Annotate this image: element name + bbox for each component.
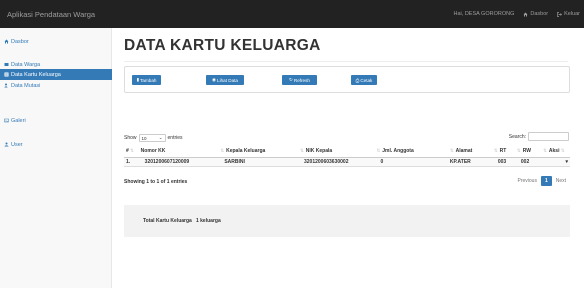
tambah-label: Tambah: [140, 77, 157, 83]
list-icon: [4, 72, 9, 77]
search-input[interactable]: [528, 132, 569, 141]
sort-icon: ⇅: [449, 148, 454, 154]
cell-nomor-kk: 3201200607120009: [138, 157, 219, 167]
nav-dasbor-link[interactable]: Dasbor: [523, 11, 548, 17]
sidebar-item-label: User: [11, 141, 23, 148]
summary-label: Total Kartu Keluarga: [143, 218, 192, 224]
nav-keluar-link[interactable]: Keluar: [557, 11, 580, 17]
toolbar-panel: ▮ Tambah ◉ Lihat Data ↻ Refresh ⎙ Cetak: [124, 66, 570, 93]
card-icon: [4, 63, 9, 66]
refresh-button[interactable]: ↻ Refresh: [282, 75, 317, 85]
tambah-button[interactable]: ▮ Tambah: [132, 75, 161, 85]
cell-kepala-keluarga: SARBINI: [218, 157, 298, 167]
sidebar-item-galeri[interactable]: Galeri: [0, 115, 112, 126]
col-header-nik-kepala[interactable]: ⇅ NIK Kepala: [297, 146, 375, 158]
show-label: Show: [124, 135, 137, 141]
table-info: Showing 1 to 1 of 1 entries: [124, 179, 188, 185]
table-header-row: # ⇅ Nomor KK ⇅ Kepala Keluarga ⇅ NIK Kepal…: [124, 146, 570, 158]
top-nav-right: Hai, DESA GORORONG Dasbor Keluar: [454, 0, 580, 28]
sidebar-item-label: Dasbor: [11, 38, 29, 45]
title-divider: [124, 61, 568, 62]
sidebar-item-data-mutasi[interactable]: Data Mutasi: [0, 80, 112, 91]
sort-icon: ⇅: [220, 148, 225, 154]
top-navbar: Aplikasi Pendataan Warga Hai, DESA GOROR…: [0, 0, 584, 28]
plus-file-icon: ▮: [136, 77, 140, 82]
summary-panel: Total Kartu Keluarga 1 keluarga: [124, 205, 570, 237]
sort-icon: ⇅: [543, 148, 547, 154]
col-header-rt[interactable]: ⇅ RT: [491, 146, 515, 158]
sidebar-item-data-kartu-keluarga[interactable]: Data Kartu Keluarga: [0, 69, 112, 80]
nav-keluar-label: Keluar: [564, 11, 580, 17]
main-content: DATA KARTU KELUARGA ▮ Tambah ◉ Lihat Dat…: [112, 28, 584, 288]
user-icon: [4, 142, 9, 147]
aksi-dropdown-caret-icon[interactable]: ▾: [565, 159, 568, 165]
search-label: Search:: [508, 133, 526, 140]
pagination-next[interactable]: Next: [552, 176, 570, 186]
cell-alamat: KP.ATER: [447, 157, 492, 167]
sidebar-item-user[interactable]: User: [0, 139, 112, 150]
nav-dasbor-label: Dasbor: [530, 11, 549, 17]
cell-jml-anggota: 0: [374, 157, 448, 167]
cell-number: 1.: [124, 157, 139, 167]
summary-value: 1 keluarga: [195, 218, 221, 224]
cetak-label: Cetak: [360, 77, 373, 83]
sort-icon: ⇅: [560, 148, 565, 154]
pagination-page-1[interactable]: 1: [540, 176, 552, 186]
entries-label: entries: [167, 135, 183, 141]
cetak-button[interactable]: ⎙ Cetak: [351, 75, 377, 85]
sidebar-item-label: Data Kartu Keluarga: [11, 71, 61, 78]
sort-icon: ⇅: [493, 148, 498, 154]
search-control: Search:: [509, 132, 569, 141]
sidebar-item-dasbor[interactable]: Dasbor: [0, 36, 112, 47]
lihat-data-label: Lihat Data: [217, 77, 238, 83]
sidebar-item-label: Data Warga: [11, 61, 41, 68]
sidebar-item-label: Galeri: [11, 117, 26, 124]
col-header-jml-anggota[interactable]: ⇅ Jml. Anggota: [374, 146, 448, 158]
col-header-rw[interactable]: ⇅ RW: [514, 146, 542, 158]
chevron-down-icon: ⌄: [158, 135, 163, 140]
cell-rw: 002: [514, 157, 542, 167]
col-header-alamat[interactable]: ⇅ Alamat: [447, 146, 492, 158]
home-icon: [4, 39, 9, 44]
summary-text: Total Kartu Keluarga 1 keluarga: [143, 218, 221, 224]
col-header-nomor-kk[interactable]: Nomor KK: [138, 146, 219, 158]
entries-select[interactable]: 10 ⌄: [138, 134, 166, 142]
sort-icon: ⇅: [130, 148, 134, 154]
col-header-kepala-keluarga[interactable]: ⇅ Kepala Keluarga: [218, 146, 298, 158]
col-header-aksi[interactable]: ⇅ Aksi ⇅: [541, 146, 570, 158]
pagination-previous[interactable]: Previous: [513, 176, 540, 186]
user-greeting[interactable]: Hai, DESA GORORONG: [454, 11, 515, 17]
cell-rt: 003: [491, 157, 515, 167]
refresh-icon: ↻: [289, 77, 293, 82]
page-title: DATA KARTU KELUARGA: [124, 37, 321, 54]
entries-length-control: Show 10 ⌄ entries: [124, 134, 183, 142]
pagination: Previous 1 Next: [513, 176, 570, 186]
cell-nik-kepala: 3201200603630002: [297, 157, 375, 167]
print-icon: ⎙: [355, 77, 360, 83]
sidebar: Dasbor Data Warga Data Kartu Keluarga Da…: [0, 28, 112, 288]
eye-icon: ◉: [212, 77, 217, 82]
home-icon: [523, 12, 528, 16]
table-row: 1. 3201200607120009 SARBINI 320120060363…: [124, 157, 570, 167]
col-header-number[interactable]: # ⇅: [124, 146, 139, 158]
app-title[interactable]: Aplikasi Pendataan Warga: [7, 10, 95, 19]
image-icon: [4, 118, 9, 123]
cell-aksi[interactable]: ▾: [541, 157, 570, 167]
sort-icon: ⇅: [376, 148, 381, 154]
sort-icon: ⇅: [516, 148, 521, 154]
sort-icon: ⇅: [299, 148, 304, 154]
transfer-icon: [4, 83, 8, 88]
refresh-label: Refresh: [293, 77, 310, 83]
lihat-data-button[interactable]: ◉ Lihat Data: [206, 75, 244, 85]
kk-table: # ⇅ Nomor KK ⇅ Kepala Keluarga ⇅ NIK Kepal…: [124, 146, 570, 167]
logout-icon: [557, 11, 563, 17]
entries-select-value: 10: [141, 135, 147, 141]
sidebar-item-label: Data Mutasi: [11, 82, 41, 89]
